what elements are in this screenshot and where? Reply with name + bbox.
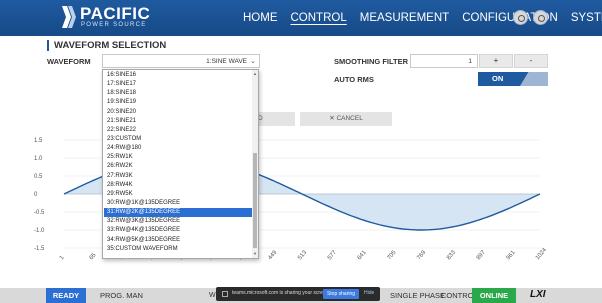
waveform-dropdown-list[interactable]: 16:SINE16 17:SINE17 18:SINE18 19:SINE19 20:S… [102,69,259,259]
dropdown-option[interactable]: 27:RW3K [104,172,252,181]
toggle-off-side [520,72,548,86]
cancel-button[interactable]: ✕ CANCEL [300,112,392,126]
dropdown-option[interactable]: 16:SINE16 [104,71,252,80]
brand-subtitle: POWER SOURCE [81,22,147,28]
dropdown-option[interactable]: 25:RW1K [104,153,252,162]
dropdown-option[interactable]: 20:SINE20 [104,108,252,117]
smoothing-filter-input[interactable]: 1 [410,54,478,68]
x-tick-label: 769 [416,249,427,261]
x-tick-label: 641 [357,249,368,261]
x-tick-label: 1024 [535,247,549,262]
x-tick-label: 513 [297,249,308,261]
dropdown-option[interactable]: 24:RW@180 [104,144,252,153]
y-tick-label: -0.5 [34,210,45,216]
y-tick-label: -1.0 [34,228,45,234]
waveform-label: WAVEFORM [47,57,91,66]
x-tick-label: 961 [506,249,517,261]
dropdown-scrollbar[interactable]: ▲ ▼ [252,70,258,258]
settings-icon[interactable] [513,10,528,25]
share-screen-icon [222,291,228,297]
auto-rms-on-label: ON [492,74,504,83]
top-header: PACIFIC POWER SOURCE HOME CONTROL MEASUR… [0,0,602,36]
nav-control[interactable]: CONTROL [291,12,347,24]
waveform-select[interactable]: 1:SINE WAVE ⌄ [102,54,260,68]
auto-rms-label: AUTO RMS [334,75,374,84]
x-tick-label: 1 [59,254,66,261]
waveform-chart: 1.51.00.50-0.5-1.0-1.5165129193257321385… [34,138,549,262]
dropdown-option[interactable]: 22:SINE22 [104,126,252,135]
dropdown-option[interactable]: 19:SINE19 [104,98,252,107]
dropdown-option[interactable]: 32:RW@3K@135DEGREE [104,217,252,226]
auto-rms-toggle[interactable]: ON [478,72,548,86]
stop-sharing-button[interactable]: Stop sharing [323,289,359,299]
y-tick-label: 0 [34,192,38,198]
dropdown-option[interactable]: 26:RW2K [104,162,252,171]
logo-mark-icon [62,6,76,28]
dropdown-options: 16:SINE16 17:SINE17 18:SINE18 19:SINE19 20:S… [104,71,252,254]
program-mode: PROG. MAN [100,291,143,300]
power-icon[interactable] [533,10,548,25]
y-tick-label: 1.0 [34,156,43,162]
dropdown-option[interactable]: 34:RW@5K@135DEGREE [104,236,252,245]
x-tick-label: 833 [446,249,457,261]
lxi-logo: LXI [530,289,546,300]
main-nav: HOME CONTROL MEASUREMENT CONFIGURATION S… [243,12,602,24]
dropdown-option[interactable]: 33:RW@4K@135DEGREE [104,226,252,235]
chevron-down-icon: ⌄ [250,58,256,65]
x-tick-label: 705 [387,249,398,261]
smoothing-plus-button[interactable]: + [479,54,513,68]
nav-system[interactable]: SYSTEM [571,12,602,24]
dropdown-option[interactable]: 35:CUSTOM WAVEFORM [104,245,252,254]
dropdown-option[interactable]: 23:CUSTOM [104,135,252,144]
section-title: WAVEFORM SELECTION [47,40,166,51]
brand-name: PACIFIC [80,4,151,23]
online-badge: ONLINE [472,288,516,303]
waveform-select-value: 1:SINE WAVE [206,58,247,65]
scrollbar-thumb[interactable] [253,153,257,248]
dropdown-option[interactable]: 31:RW@2K@135DEGREE [104,208,252,218]
scroll-up-icon[interactable]: ▲ [252,71,258,76]
screen-share-banner: teams.microsoft.com is sharing your scre… [216,287,380,301]
phase-mode: SINGLE PHASE [390,291,446,300]
smoothing-filter-label: SMOOTHING FILTER [334,57,409,66]
dropdown-option[interactable]: 30:RW@1K@135DEGREE [104,199,252,208]
dropdown-option[interactable]: 17:SINE17 [104,80,252,89]
ready-status: READY [46,288,86,303]
nav-measurement[interactable]: MEASUREMENT [360,12,449,24]
dropdown-option[interactable]: 28:RW4K [104,181,252,190]
smoothing-minus-button[interactable]: - [514,54,548,68]
x-tick-label: 577 [327,249,338,261]
pacific-logo[interactable]: PACIFIC POWER SOURCE [62,4,162,31]
dropdown-option[interactable]: 21:SINE21 [104,117,252,126]
share-banner-text: teams.microsoft.com is sharing your scre… [232,290,330,296]
scroll-down-icon[interactable]: ▼ [252,251,258,256]
y-tick-label: 1.5 [34,138,43,144]
nav-home[interactable]: HOME [243,12,278,24]
hide-banner-button[interactable]: Hide [364,290,374,296]
y-tick-label: -1.5 [34,246,45,252]
dropdown-option[interactable]: 18:SINE18 [104,89,252,98]
x-tick-label: 897 [476,249,487,261]
x-tick-label: 65 [89,252,98,261]
w-indicator: W [209,292,216,299]
x-tick-label: 449 [267,249,278,261]
dropdown-option[interactable]: 29:RW5K [104,190,252,199]
y-tick-label: 0.5 [34,174,43,180]
